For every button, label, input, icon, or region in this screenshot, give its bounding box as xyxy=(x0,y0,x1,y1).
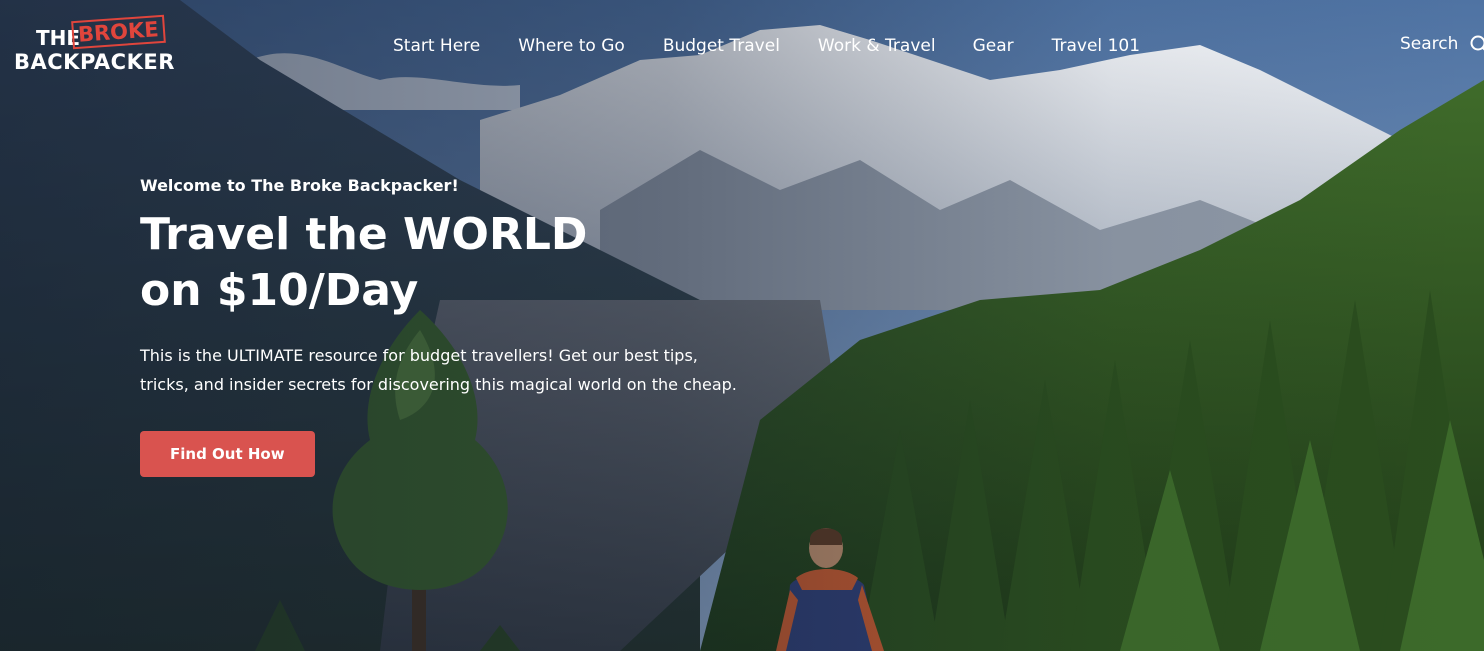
nav-where-to-go[interactable]: Where to Go xyxy=(518,36,625,56)
logo-text-backpacker: BACKPACKER xyxy=(14,50,175,74)
search-trigger[interactable]: Search xyxy=(1400,34,1484,54)
nav-travel-101[interactable]: Travel 101 xyxy=(1052,36,1140,56)
nav-budget-travel[interactable]: Budget Travel xyxy=(663,36,780,56)
logo-text-broke: BROKE xyxy=(77,17,160,47)
search-icon[interactable] xyxy=(1470,35,1484,53)
hero-headline: Travel the WORLD on $10/Day xyxy=(140,209,588,316)
hero-content: Welcome to The Broke Backpacker! Travel … xyxy=(140,176,760,477)
main-nav: Start Here Where to Go Budget Travel Wor… xyxy=(393,36,1140,56)
search-label: Search xyxy=(1400,34,1459,54)
hero-blurb: This is the ULTIMATE resource for budget… xyxy=(140,346,737,394)
logo-broke-stamp: BROKE xyxy=(71,14,166,50)
site-logo[interactable]: THE BROKE BACKPACKER xyxy=(14,14,176,78)
find-out-how-button[interactable]: Find Out How xyxy=(140,431,315,477)
hero-section: THE BROKE BACKPACKER Start Here Where to… xyxy=(0,0,1484,651)
nav-start-here[interactable]: Start Here xyxy=(393,36,480,56)
hero-eyebrow: Welcome to The Broke Backpacker! xyxy=(140,176,459,195)
nav-gear[interactable]: Gear xyxy=(973,36,1014,56)
nav-work-and-travel[interactable]: Work & Travel xyxy=(818,36,936,56)
